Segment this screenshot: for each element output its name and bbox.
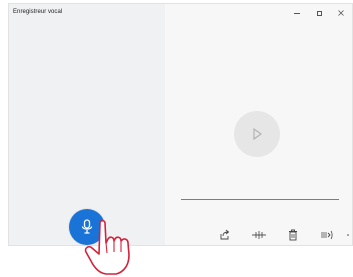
delete-icon [289,229,297,241]
close-button[interactable] [330,4,352,22]
trim-button[interactable] [252,229,266,241]
playback-timeline[interactable] [181,199,339,200]
more-icon [347,234,349,236]
window-controls [286,4,352,22]
trim-icon [252,231,266,239]
play-button[interactable] [234,111,280,157]
share-button[interactable] [218,229,232,241]
delete-button[interactable] [286,229,300,241]
play-icon [253,128,262,140]
hand-pointer-icon [84,219,130,275]
flag-icon [320,230,333,240]
more-button[interactable] [344,229,353,241]
close-icon [338,10,344,16]
mark-button[interactable] [319,229,333,241]
minimize-button[interactable] [286,4,308,22]
minimize-icon [294,12,300,14]
app-window: Enregistreur vocal [8,3,353,246]
maximize-button[interactable] [308,4,330,22]
maximize-icon [316,10,322,16]
share-icon [220,229,230,240]
window-title: Enregistreur vocal [13,9,63,15]
